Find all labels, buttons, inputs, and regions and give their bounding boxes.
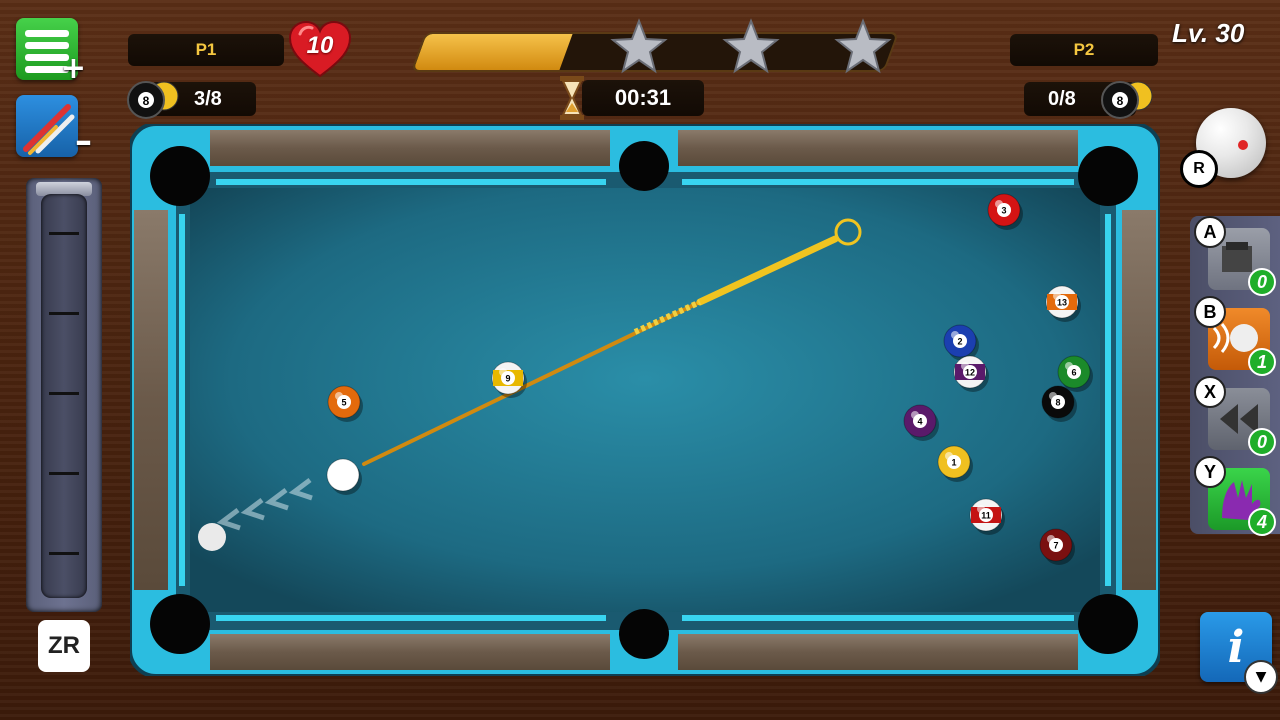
power-track[interactable] (41, 194, 87, 598)
player1-ball-count: 3/8 (194, 87, 222, 110)
item-x[interactable]: X 0 (1194, 376, 1276, 456)
hourglass-icon (560, 76, 584, 120)
ball-number: 1 (951, 458, 956, 468)
star-icon (834, 18, 892, 74)
player2-nameplate: P2 (1010, 34, 1158, 66)
ghost-ball (198, 523, 226, 551)
reset-spin-button[interactable]: R (1180, 150, 1218, 188)
player2-name: P2 (1073, 40, 1095, 59)
pocket (150, 146, 210, 206)
zr-label: ZR (48, 632, 80, 659)
collapse-button[interactable]: ▼ (1244, 660, 1278, 694)
item-count-y: 4 (1248, 508, 1276, 536)
item-count-a: 0 (1248, 268, 1276, 296)
pocket (1078, 146, 1138, 206)
item-y[interactable]: Y 4 (1194, 456, 1276, 536)
item-b[interactable]: B 1 (1194, 296, 1276, 376)
ball-number: 5 (341, 398, 346, 408)
plus-icon: + (60, 51, 86, 86)
item-key-a: A (1194, 216, 1226, 248)
pocket (1078, 594, 1138, 654)
cue-sticks-icon (23, 104, 75, 155)
ball-number: 4 (917, 417, 922, 427)
item-panel: A 0 B 1 X 0 Y 4 (1190, 216, 1280, 536)
info-label: i (1227, 621, 1245, 673)
eight-ball-icon: 8 (1101, 81, 1153, 119)
ball-number: 7 (1053, 541, 1058, 551)
pocket (619, 141, 669, 191)
player2-ball-count: 0/8 (1048, 87, 1076, 110)
pocket (150, 594, 210, 654)
svg-text:8: 8 (1117, 94, 1124, 108)
progress-fill (413, 34, 573, 70)
reset-label: R (1193, 160, 1205, 177)
item-a[interactable]: A 0 (1194, 216, 1276, 296)
power-meter[interactable] (26, 178, 102, 612)
item-key-x: X (1194, 376, 1226, 408)
svg-text:8: 8 (143, 94, 150, 108)
item-count-x: 0 (1248, 428, 1276, 456)
player1-nameplate: P1 (128, 34, 284, 66)
ball-number: 9 (505, 374, 510, 384)
item-key-b: B (1194, 296, 1226, 328)
timer-plate: 00:31 (582, 80, 704, 116)
pocket (619, 609, 669, 659)
player1-name: P1 (195, 40, 217, 59)
level-label: Lv. 30 (1172, 18, 1245, 48)
ball-number: 8 (1055, 398, 1060, 408)
pool-table[interactable]: 95313212 6841117 (130, 124, 1160, 676)
spin-dot (1238, 140, 1248, 150)
ball-number: 6 (1071, 368, 1076, 378)
eight-ball-icon: 8 (127, 81, 179, 119)
menu-button[interactable]: + (16, 18, 86, 86)
item-key-y: Y (1194, 456, 1226, 488)
ball-number: 3 (1001, 206, 1006, 216)
cue-select-button[interactable]: – (16, 95, 92, 161)
minus-icon: – (75, 121, 92, 161)
heart-icon: 10 (288, 20, 352, 80)
ball-number: 2 (957, 337, 962, 347)
chevron-down-icon: ▼ (1255, 669, 1267, 685)
zr-button[interactable]: ZR (38, 620, 90, 672)
heart-value: 10 (306, 32, 334, 59)
timer: 00:31 (614, 85, 672, 110)
item-count-b: 1 (1248, 348, 1276, 376)
star-icon (722, 18, 780, 74)
star-icon (610, 18, 668, 74)
